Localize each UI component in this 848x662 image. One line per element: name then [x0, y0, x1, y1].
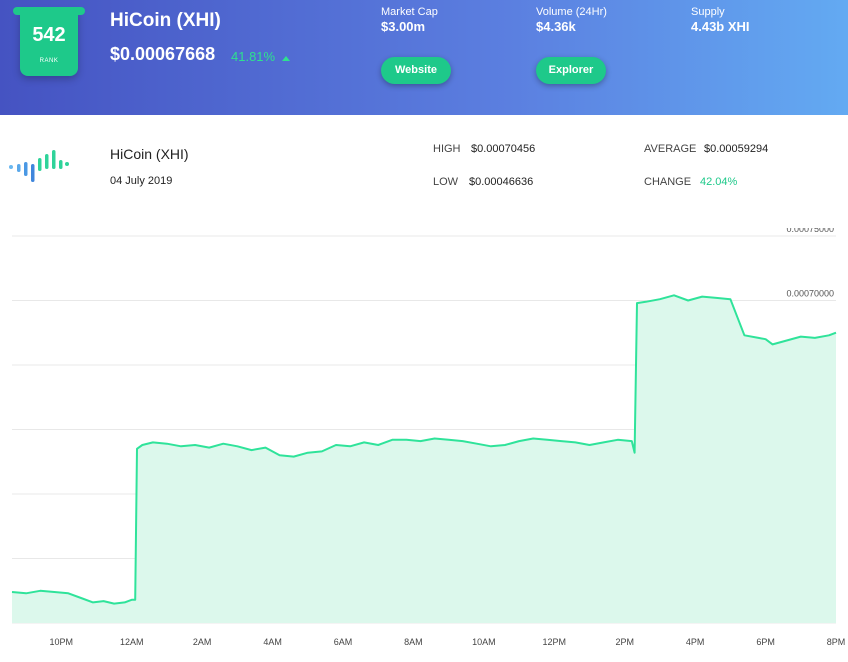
info-date: 04 July 2019 — [110, 175, 173, 187]
y-tick-label: 0.00075000 — [786, 228, 834, 234]
change-value: 42.04% — [700, 176, 738, 188]
x-tick-label: 12AM — [120, 637, 144, 647]
volume-value: $4.36k — [536, 19, 576, 34]
volume-label: Volume (24Hr) — [536, 6, 607, 18]
coin-header: 542 RANK HiCoin (XHI) $0.00067668 41.81%… — [0, 0, 848, 115]
supply-label: Supply — [691, 6, 725, 18]
x-tick-label: 8AM — [404, 637, 423, 647]
low-value: $0.00046636 — [469, 176, 534, 188]
coin-logo-icon — [9, 150, 69, 182]
website-button[interactable]: Website — [381, 57, 451, 84]
rank-label: RANK — [39, 58, 59, 64]
x-tick-label: 12PM — [543, 637, 567, 647]
market-cap-value: $3.00m — [381, 19, 426, 34]
change-label: CHANGE — [644, 176, 692, 188]
rank-badge: 542 RANK — [13, 7, 85, 76]
price-change: 41.81% — [231, 49, 290, 64]
x-tick-label: 4PM — [686, 637, 705, 647]
coin-price: $0.00067668 — [110, 44, 216, 64]
x-tick-label: 10AM — [472, 637, 496, 647]
x-tick-label: 8PM — [827, 637, 846, 647]
price-chart[interactable]: 0.000450000.000500000.000550000.00060000… — [0, 224, 848, 657]
average-value: $0.00059294 — [704, 143, 769, 155]
x-tick-label: 2PM — [615, 637, 634, 647]
explorer-button[interactable]: Explorer — [536, 57, 606, 84]
info-coin-title: HiCoin (XHI) — [110, 146, 189, 162]
caret-up-icon — [281, 55, 290, 61]
rank-number: 542 — [32, 24, 66, 46]
y-tick-label: 0.00070000 — [786, 289, 834, 299]
average-label: AVERAGE — [644, 143, 697, 155]
supply-value: 4.43b XHI — [691, 19, 750, 34]
high-value: $0.00070456 — [471, 143, 536, 155]
x-tick-label: 2AM — [193, 637, 212, 647]
coin-title: HiCoin (XHI) — [110, 10, 221, 31]
x-tick-label: 6AM — [334, 637, 353, 647]
price-chart-svg[interactable]: 0.000450000.000500000.000550000.00060000… — [0, 224, 848, 657]
high-label: HIGH — [433, 143, 461, 155]
x-tick-label: 4AM — [263, 637, 282, 647]
x-tick-label: 6PM — [756, 637, 775, 647]
x-tick-label: 10PM — [50, 637, 74, 647]
market-cap-label: Market Cap — [381, 6, 438, 18]
price-change-value: 41.81% — [231, 49, 276, 64]
low-label: LOW — [433, 176, 459, 188]
